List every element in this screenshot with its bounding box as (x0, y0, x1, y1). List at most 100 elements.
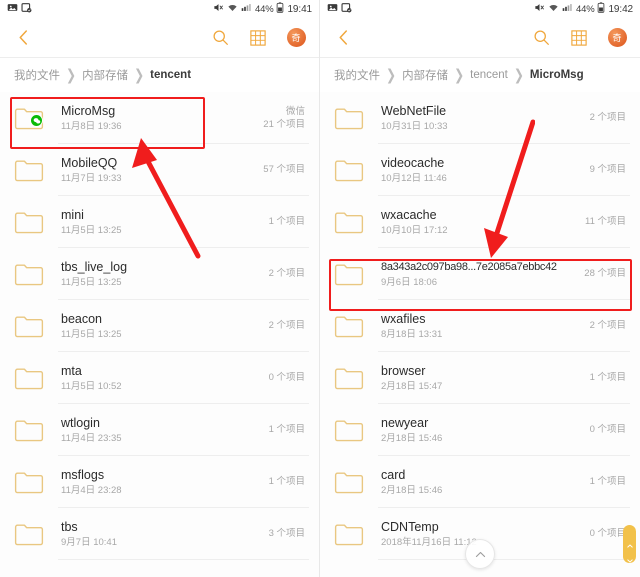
app-toolbar-right: 奇 (320, 18, 640, 58)
table-row[interactable]: wxacache 10月10日 17:12 11 个项目 (320, 196, 640, 248)
breadcrumb-item[interactable]: 内部存储 (402, 67, 448, 83)
breadcrumb-item[interactable]: 我的文件 (14, 67, 60, 83)
image-saved-icon (21, 2, 32, 16)
folder-icon (14, 412, 58, 448)
file-item-count: 57 个项目 (263, 164, 305, 175)
file-date: 10月10日 17:12 (381, 224, 448, 236)
file-item-count: 28 个项目 (584, 268, 626, 279)
status-bar-left: 44% 19:41 (0, 0, 319, 18)
breadcrumb-left: 我的文件 ❯ 内部存储 ❯ tencent (0, 58, 319, 92)
left-screenshot-panel: 44% 19:41 奇 我的文件 ❯ 内部存储 ❯ tencent MicroM… (0, 0, 320, 577)
folder-icon (14, 204, 58, 240)
signal-icon (241, 2, 252, 16)
file-date: 2月18日 15:47 (381, 380, 443, 392)
table-row[interactable]: newyear 2月18日 15:46 0 个项目 (320, 404, 640, 456)
file-date: 11月5日 13:25 (61, 328, 122, 340)
table-row[interactable]: card 2月18日 15:46 1 个项目 (320, 456, 640, 508)
file-item-count: 2 个项目 (589, 112, 626, 123)
file-item-count: 1 个项目 (268, 476, 305, 487)
breadcrumb-item-current[interactable]: MicroMsg (530, 69, 584, 81)
table-row[interactable]: 8a343a2c097ba98...7e2085a7ebbc42 9月6日 18… (320, 248, 640, 300)
breadcrumb-item[interactable]: 我的文件 (334, 67, 380, 83)
file-name: mta (61, 363, 82, 378)
chevron-down-icon (626, 550, 633, 563)
file-name: beacon (61, 311, 103, 326)
table-row[interactable]: tbs_live_log 11月5日 13:25 2 个项目 (0, 248, 319, 300)
file-name: mini (61, 207, 84, 222)
wifi-icon (548, 2, 559, 16)
battery-icon (276, 2, 284, 16)
table-row[interactable]: wxafiles 8月18日 13:31 2 个项目 (320, 300, 640, 352)
back-chevron-icon[interactable] (332, 27, 354, 49)
file-date: 2月18日 15:46 (381, 432, 443, 444)
file-item-count: 1 个项目 (589, 372, 626, 383)
file-date: 2月18日 15:46 (381, 484, 443, 496)
app-badge-icon[interactable]: 奇 (285, 27, 307, 49)
app-badge-label: 奇 (607, 28, 627, 47)
scroll-to-top-button[interactable] (465, 539, 495, 569)
table-row[interactable]: browser 2月18日 15:47 1 个项目 (320, 352, 640, 404)
folder-icon (334, 100, 378, 136)
signal-icon (562, 2, 573, 16)
file-item-count: 0 个项目 (589, 528, 626, 539)
image-saved-icon (341, 2, 352, 16)
file-name: WebNetFile (381, 103, 447, 118)
chevron-up-icon (626, 535, 633, 548)
breadcrumb-right: 我的文件 ❯ 内部存储 ❯ tencent ❯ MicroMsg (320, 58, 640, 92)
file-date: 11月5日 13:25 (61, 224, 122, 236)
battery-icon (597, 2, 605, 16)
screenshot-icon (7, 2, 18, 16)
file-name: CDNTemp (381, 519, 439, 534)
file-name: tbs_live_log (61, 259, 128, 274)
wifi-icon (227, 2, 238, 16)
file-date: 9月7日 10:41 (61, 536, 117, 548)
file-item-count: 1 个项目 (268, 424, 305, 435)
table-row[interactable]: mini 11月5日 13:25 1 个项目 (0, 196, 319, 248)
table-row[interactable]: MobileQQ 11月7日 19:33 57 个项目 (0, 144, 319, 196)
table-row[interactable]: wtlogin 11月4日 23:35 1 个项目 (0, 404, 319, 456)
grid-view-icon[interactable] (247, 27, 269, 49)
file-date: 8月18日 13:31 (381, 328, 443, 340)
chevron-right-icon: ❯ (513, 66, 524, 84)
folder-icon (334, 256, 378, 292)
file-item-count: 0 个项目 (268, 372, 305, 383)
file-item-count: 9 个项目 (589, 164, 626, 175)
fast-scroll-thumb[interactable] (623, 525, 636, 563)
folder-icon (14, 464, 58, 500)
file-item-count: 2 个项目 (589, 320, 626, 331)
clock-label: 19:42 (608, 3, 633, 15)
file-name: wxafiles (381, 311, 426, 326)
breadcrumb-item-current[interactable]: tencent (150, 69, 191, 81)
file-list-right: WebNetFile 10月31日 10:33 2 个项目 videocache… (320, 92, 640, 560)
folder-icon (14, 100, 58, 136)
breadcrumb-item[interactable]: tencent (470, 69, 508, 81)
grid-view-icon[interactable] (568, 27, 590, 49)
folder-icon (14, 360, 58, 396)
file-item-count: 3 个项目 (268, 528, 305, 539)
folder-icon (14, 516, 58, 552)
app-badge-icon[interactable]: 奇 (606, 27, 628, 49)
breadcrumb-item[interactable]: 内部存储 (82, 67, 128, 83)
table-row[interactable]: videocache 10月12日 11:46 9 个项目 (320, 144, 640, 196)
file-name: card (381, 467, 406, 482)
search-icon[interactable] (530, 27, 552, 49)
folder-icon (334, 308, 378, 344)
file-date: 10月12日 11:46 (381, 172, 447, 184)
file-name: tbs (61, 519, 78, 534)
folder-icon (334, 412, 378, 448)
table-row[interactable]: beacon 11月5日 13:25 2 个项目 (0, 300, 319, 352)
table-row[interactable]: tbs 9月7日 10:41 3 个项目 (0, 508, 319, 560)
back-chevron-icon[interactable] (12, 27, 34, 49)
battery-percent-label: 44% (255, 3, 274, 15)
file-tag: 微信 (285, 105, 305, 117)
file-name: MicroMsg (61, 103, 116, 118)
table-row[interactable]: msflogs 11月4日 23:28 1 个项目 (0, 456, 319, 508)
table-row[interactable]: mta 11月5日 10:52 0 个项目 (0, 352, 319, 404)
file-date: 11月4日 23:35 (61, 432, 122, 444)
status-bar-right: 44% 19:42 (320, 0, 640, 18)
table-row[interactable]: WebNetFile 10月31日 10:33 2 个项目 (320, 92, 640, 144)
search-icon[interactable] (209, 27, 231, 49)
table-row[interactable]: MicroMsg 11月8日 19:36 微信 21 个项目 (0, 92, 319, 144)
folder-icon (14, 152, 58, 188)
folder-icon (334, 360, 378, 396)
